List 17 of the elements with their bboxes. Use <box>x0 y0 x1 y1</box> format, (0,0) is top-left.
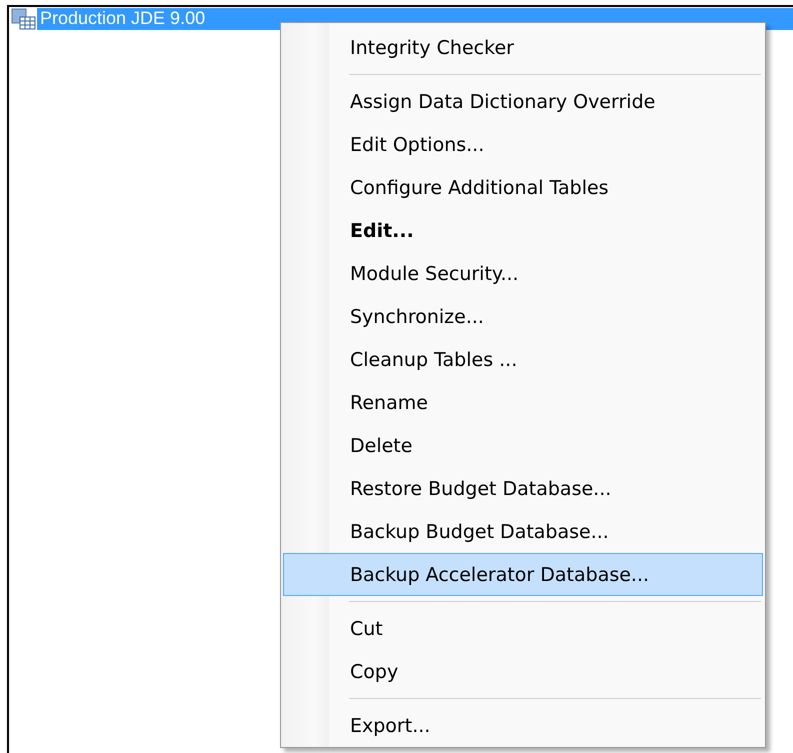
menu-item[interactable]: Delete <box>283 424 763 467</box>
menu-item[interactable]: Cleanup Tables ... <box>283 338 763 381</box>
menu-item[interactable]: Module Security... <box>283 252 763 295</box>
menu-item[interactable]: Export... <box>283 704 763 747</box>
menu-item[interactable]: Restore Budget Database... <box>283 467 763 510</box>
menu-item[interactable]: Synchronize... <box>283 295 763 338</box>
menu-item[interactable]: Configure Additional Tables <box>283 166 763 209</box>
menu-item[interactable]: Edit... <box>283 209 763 252</box>
menu-item[interactable]: Backup Budget Database... <box>283 510 763 553</box>
menu-item[interactable]: Assign Data Dictionary Override <box>283 80 763 123</box>
menu-item[interactable]: Edit Options... <box>283 123 763 166</box>
database-table-icon <box>11 8 37 30</box>
menu-item[interactable]: Cut <box>283 607 763 650</box>
row-label: Production JDE 9.00 <box>39 8 206 29</box>
menu-item[interactable]: Rename <box>283 381 763 424</box>
menu-item[interactable]: Backup Accelerator Database... <box>283 553 763 596</box>
menu-item[interactable]: Copy <box>283 650 763 693</box>
